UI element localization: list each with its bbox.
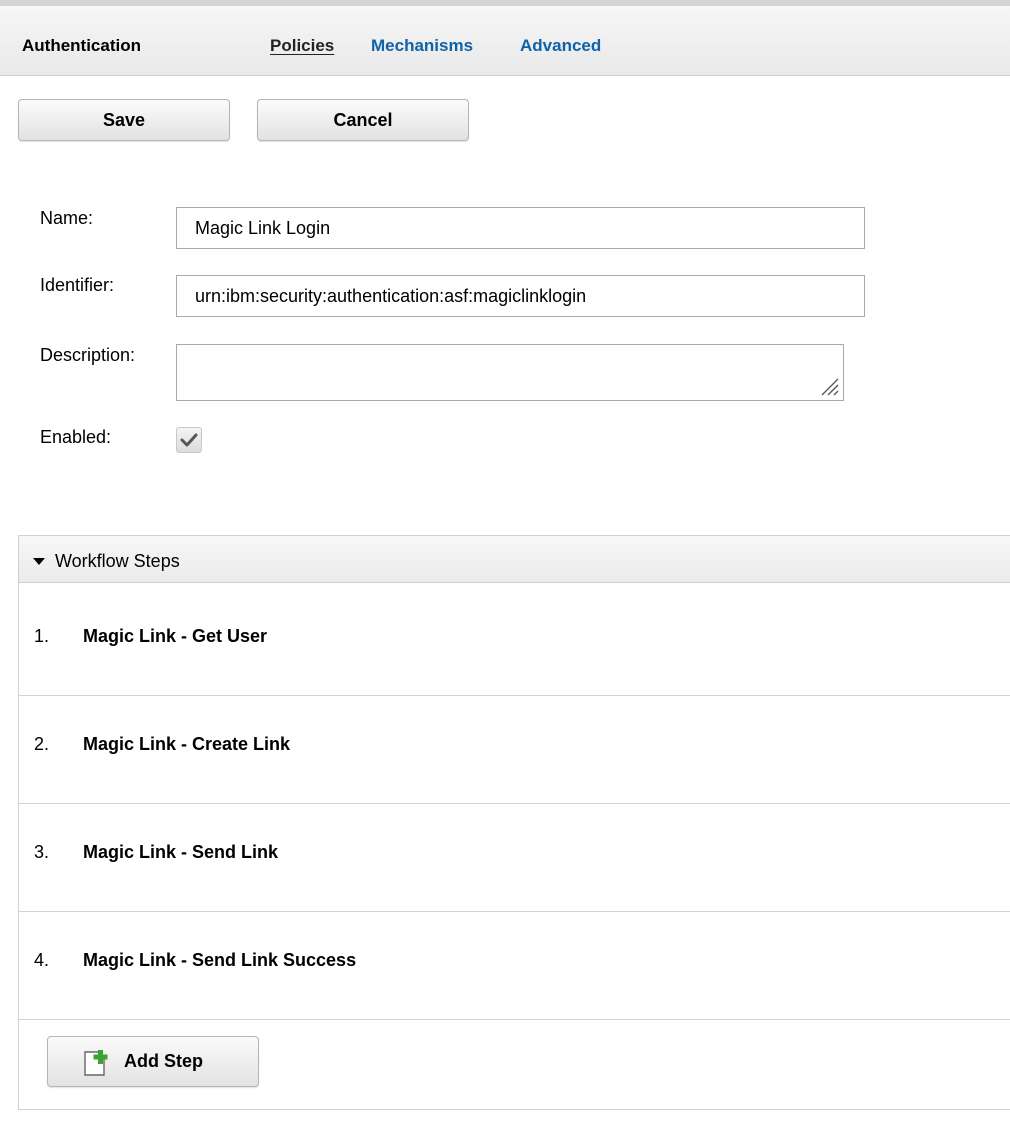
step-number: 2. [34,734,50,754]
name-input[interactable]: Magic Link Login [176,207,865,249]
description-label: Description: [40,345,136,365]
cancel-button[interactable]: Cancel [257,99,469,141]
step-number: 1. [34,626,50,646]
checkmark-icon [180,433,198,447]
add-step-label: Add Step [124,1051,203,1071]
enabled-checkbox[interactable] [176,427,202,453]
app-title: Authentication [22,36,141,55]
name-label: Name: [40,208,94,228]
workflow-steps-title: Workflow Steps [55,551,180,571]
step-name[interactable]: Magic Link - Get User [83,626,267,647]
tab-policies[interactable]: Policies [270,36,334,56]
step-name[interactable]: Magic Link - Send Link [83,842,278,863]
enabled-label: Enabled: [40,427,112,447]
description-textarea[interactable] [176,344,844,401]
tab-mechanisms[interactable]: Mechanisms [371,36,473,56]
workflow-step-3[interactable]: 3. Magic Link - Send Link [18,804,1010,912]
identifier-input[interactable]: urn:ibm:security:authentication:asf:magi… [176,275,865,317]
step-name[interactable]: Magic Link - Send Link Success [83,950,356,971]
step-number: 3. [34,842,50,862]
identifier-input-value: urn:ibm:security:authentication:asf:magi… [195,285,587,306]
caret-down-icon [33,558,45,565]
add-step-button[interactable]: Add Step [47,1036,259,1087]
add-document-icon [84,1050,108,1076]
workflow-step-2[interactable]: 2. Magic Link - Create Link [18,696,1010,804]
tab-advanced[interactable]: Advanced [520,36,601,56]
name-input-value: Magic Link Login [195,217,331,238]
resize-grip-icon[interactable] [818,375,840,397]
workflow-step-1[interactable]: 1. Magic Link - Get User [18,588,1010,696]
step-number: 4. [34,950,50,970]
save-button[interactable]: Save [18,99,230,141]
workflow-steps-header[interactable]: Workflow Steps [19,536,1010,583]
workflow-step-4[interactable]: 4. Magic Link - Send Link Success [18,912,1010,1020]
top-nav-bar: Authentication Policies Mechanisms Advan… [0,0,1010,76]
step-name[interactable]: Magic Link - Create Link [83,734,290,755]
identifier-label: Identifier: [40,275,115,295]
